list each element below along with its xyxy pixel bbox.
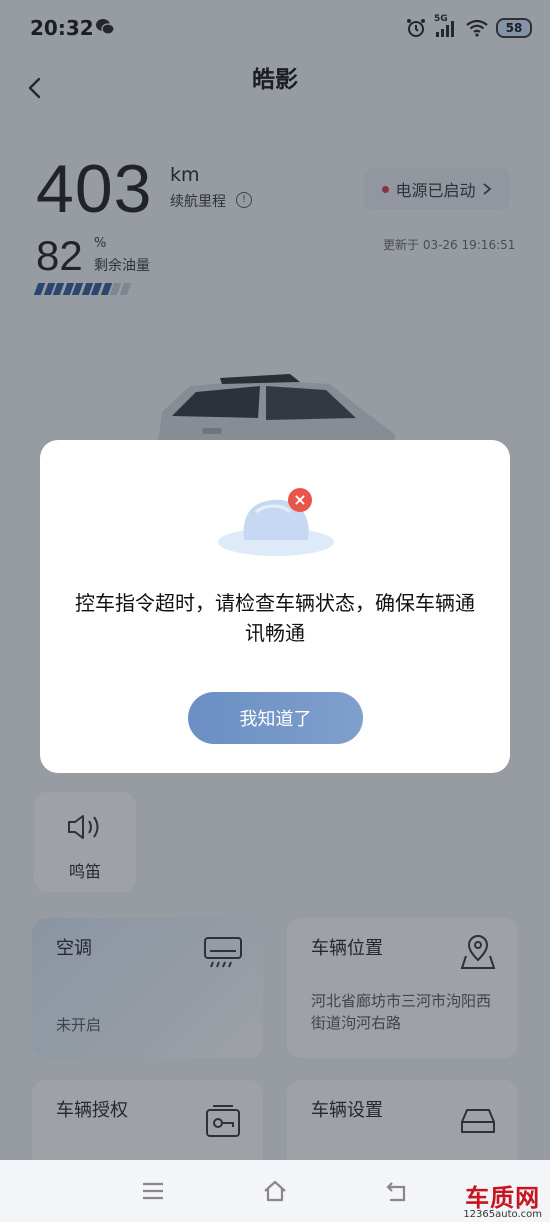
home-icon[interactable] xyxy=(262,1178,288,1204)
back-nav-icon[interactable] xyxy=(384,1178,410,1204)
watermark-main: 车质网 xyxy=(465,1185,541,1212)
watermark-sub: 12365auto.com xyxy=(463,1209,542,1220)
car-error-illustration xyxy=(218,499,334,556)
watermark-logo: 车质网 12365auto.com xyxy=(463,1178,542,1220)
dialog-message: 控车指令超时，请检查车辆状态，确保车辆通讯畅通 xyxy=(75,591,475,645)
acknowledge-button[interactable]: 我知道了 xyxy=(188,692,363,744)
error-badge-icon: × xyxy=(288,488,312,512)
menu-icon[interactable] xyxy=(140,1178,166,1204)
timeout-dialog: × 控车指令超时，请检查车辆状态，确保车辆通讯畅通 我知道了 xyxy=(40,440,510,773)
